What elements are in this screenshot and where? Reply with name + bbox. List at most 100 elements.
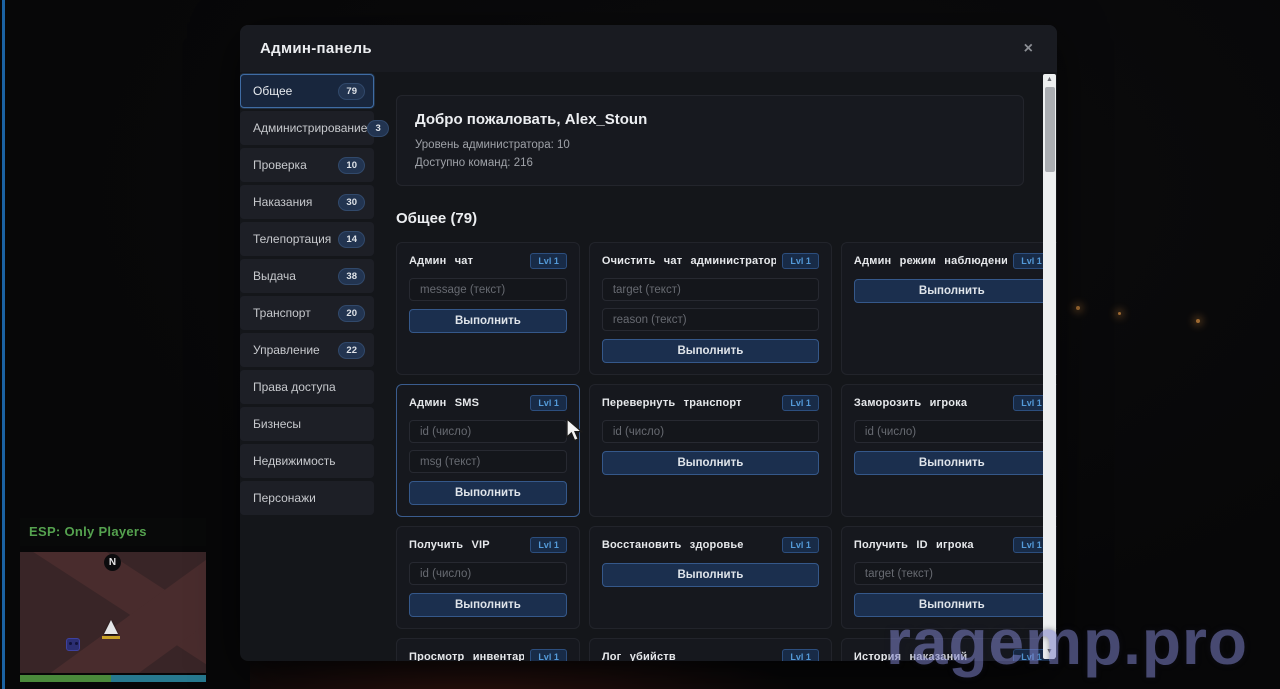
welcome-card: Добро пожаловать, Alex_Stoun Уровень адм…	[396, 95, 1024, 186]
commands-grid: Админ чатLvl 1ВыполнитьОчистить чат адми…	[396, 242, 1024, 661]
command-title: Восстановить здоровье	[602, 539, 744, 551]
level-badge: Lvl 1	[782, 537, 819, 553]
command-title: Перевернуть транспорт	[602, 397, 742, 409]
admin-panel-modal: Админ-панель × Общее79Администрирование3…	[240, 25, 1057, 661]
command-title: Очистить чат администратора	[602, 255, 777, 267]
minimap: N	[20, 552, 206, 673]
execute-button[interactable]: Выполнить	[602, 339, 819, 363]
execute-button[interactable]: Выполнить	[602, 451, 819, 475]
category-sidebar: Общее79Администрирование3 Проверка 10 Наказ…	[240, 72, 378, 661]
command-card-header: Заморозить игрокаLvl 1	[854, 395, 1050, 411]
command-title: Админ режим наблюдения	[854, 255, 1007, 267]
screen-edge-stripe	[2, 0, 5, 689]
count-badge: 10	[338, 157, 365, 174]
level-badge: Lvl 1	[782, 395, 819, 411]
sidebar-item-label: Выдача	[253, 269, 296, 283]
player-marker-icon	[104, 620, 118, 634]
command-input[interactable]	[602, 420, 819, 443]
sidebar-item-label: Права доступа	[253, 380, 336, 394]
command-card: Перевернуть транспорт Lvl 1 Выполнить	[589, 384, 832, 517]
sidebar-item[interactable]: Выдача 38	[240, 259, 374, 293]
execute-button[interactable]: Выполнить	[409, 593, 567, 617]
sidebar-item[interactable]: Администрирование3	[240, 111, 374, 145]
command-card: Получить VIP Lvl 1 Выполнить	[396, 526, 580, 629]
command-input[interactable]	[602, 278, 819, 301]
command-card-header: Админ режим наблюденияLvl 1	[854, 253, 1050, 269]
sidebar-item-label: Общее	[253, 84, 292, 98]
execute-button[interactable]: Выполнить	[854, 451, 1050, 475]
sidebar-item[interactable]: Бизнесы	[240, 407, 374, 441]
sidebar-item[interactable]: Проверка 10	[240, 148, 374, 182]
command-card-header: Просмотр инвентаряLvl 1	[409, 649, 567, 661]
level-badge: Lvl 1	[530, 253, 567, 269]
execute-button[interactable]: Выполнить	[409, 309, 567, 333]
armor-segment	[111, 675, 206, 682]
command-card: Просмотр инвентаряLvl 1Выполнить	[396, 638, 580, 661]
command-card-header: Очистить чат администратора Lvl 1	[602, 253, 819, 269]
compass-north-icon: N	[104, 554, 121, 571]
sidebar-item[interactable]: Права доступа	[240, 370, 374, 404]
command-card-header: Перевернуть транспорт Lvl 1	[602, 395, 819, 411]
sidebar-item-label: Транспорт	[253, 306, 311, 320]
command-card-header: Лог убийствLvl 1	[602, 649, 819, 661]
command-input[interactable]	[854, 562, 1050, 585]
command-card: Админ SMSLvl 1 Выполнить	[396, 384, 580, 517]
command-input[interactable]	[602, 308, 819, 331]
command-title: Админ чат	[409, 255, 473, 267]
count-badge: 38	[338, 268, 365, 285]
welcome-title: Добро пожаловать, Alex_Stoun	[415, 111, 1005, 128]
level-badge: Lvl 1	[530, 537, 567, 553]
esp-status-label: ESP: Only Players	[20, 518, 206, 546]
command-card: Восстановить здоровье Lvl 1 Выполнить	[589, 526, 832, 629]
admin-level-text: Уровень администратора: 10	[415, 139, 1005, 151]
command-card: Очистить чат администратора Lvl 1 Выполнит…	[589, 242, 832, 375]
command-input[interactable]	[409, 450, 567, 473]
sidebar-item[interactable]: Общее79	[240, 74, 374, 108]
level-badge: Lvl 1	[782, 253, 819, 269]
command-card-header: Получить ID игрокаLvl 1	[854, 537, 1050, 553]
mask-blip-icon	[66, 638, 80, 651]
sidebar-item[interactable]: Персонажи	[240, 481, 374, 515]
sidebar-item-label: Персонажи	[253, 491, 316, 505]
command-card-header: Админ SMSLvl 1	[409, 395, 567, 411]
watermark: ragemp.pro	[886, 605, 1248, 679]
command-title: Получить VIP	[409, 539, 490, 551]
commands-panel: Добро пожаловать, Alex_Stoun Уровень адм…	[378, 72, 1057, 661]
command-input[interactable]	[409, 278, 567, 301]
panel-title: Админ-панель	[260, 40, 372, 57]
game-background: ESP: Only Players N Админ-панель × Общее…	[0, 0, 1280, 689]
sidebar-item-label: Управление	[253, 343, 320, 357]
command-title: Получить ID игрока	[854, 539, 974, 551]
count-badge: 30	[338, 194, 365, 211]
sidebar-item[interactable]: Телепортация14	[240, 222, 374, 256]
sidebar-item-label: Проверка	[253, 158, 307, 172]
scrollbar-thumb[interactable]	[1045, 87, 1055, 172]
execute-button[interactable]: Выполнить	[409, 481, 567, 505]
modal-header: Админ-панель ×	[240, 25, 1057, 72]
street-light	[1118, 312, 1121, 315]
command-input[interactable]	[409, 562, 567, 585]
sidebar-item-label: Бизнесы	[253, 417, 301, 431]
sidebar-item[interactable]: Транспорт 20	[240, 296, 374, 330]
command-input[interactable]	[854, 420, 1050, 443]
sidebar-item[interactable]: Недвижимость	[240, 444, 374, 478]
scrollbar[interactable]: ▲ ▼	[1043, 74, 1056, 659]
level-badge: Lvl 1	[530, 395, 567, 411]
command-input[interactable]	[409, 420, 567, 443]
sidebar-item-label: Наказания	[253, 195, 312, 209]
close-icon[interactable]: ×	[1024, 41, 1033, 57]
count-badge: 22	[338, 342, 365, 359]
command-card: Лог убийствLvl 1Выполнить	[589, 638, 832, 661]
command-card-header: Админ чат Lvl 1	[409, 253, 567, 269]
command-card-header: Восстановить здоровье Lvl 1	[602, 537, 819, 553]
command-card-header: Получить VIP Lvl 1	[409, 537, 567, 553]
command-title: Лог убийств	[602, 651, 676, 661]
sidebar-item[interactable]: Наказания 30	[240, 185, 374, 219]
sidebar-item-label: Недвижимость	[253, 454, 336, 468]
level-badge: Lvl 1	[530, 649, 567, 661]
sidebar-item[interactable]: Управление 22	[240, 333, 374, 367]
execute-button[interactable]: Выполнить	[602, 563, 819, 587]
execute-button[interactable]: Выполнить	[854, 279, 1050, 303]
count-badge: 20	[338, 305, 365, 322]
scroll-up-icon[interactable]: ▲	[1043, 74, 1056, 86]
